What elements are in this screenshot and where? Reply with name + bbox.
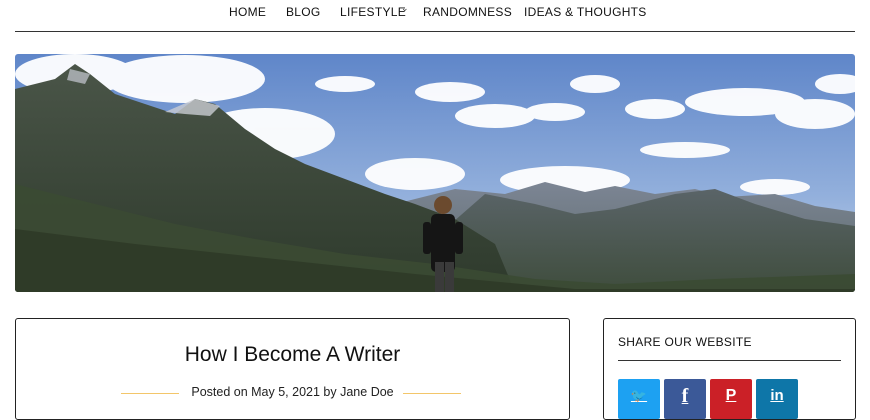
hero-image: [15, 54, 855, 292]
share-widget-divider: [618, 360, 841, 361]
share-widget-title: SHARE OUR WEBSITE: [618, 335, 752, 349]
main-nav: HOME BLOG LIFESTYLE ⌄ RANDOMNESS IDEAS &…: [0, 0, 870, 26]
post-meta: Posted on May 5, 2021 by Jane Doe: [16, 385, 569, 399]
twitter-icon: 🐦: [630, 388, 648, 403]
nav-divider: [15, 31, 855, 32]
nav-item-home[interactable]: HOME: [229, 5, 266, 19]
share-widget: SHARE OUR WEBSITE 🐦 f P in: [603, 318, 856, 420]
nav-item-blog[interactable]: BLOG: [286, 5, 321, 19]
pinterest-icon: P: [725, 387, 737, 404]
nav-item-lifestyle[interactable]: LIFESTYLE: [340, 5, 406, 19]
post-card: How I Become A Writer Posted on May 5, 2…: [15, 318, 570, 420]
pinterest-share-button[interactable]: P: [710, 379, 752, 419]
facebook-icon: f: [681, 385, 689, 407]
meta-by: by: [323, 385, 337, 399]
chevron-down-icon[interactable]: ⌄: [401, 3, 409, 14]
nav-item-randomness[interactable]: RANDOMNESS: [423, 5, 512, 19]
linkedin-share-button[interactable]: in: [756, 379, 798, 419]
meta-prefix: Posted on: [191, 385, 248, 399]
linkedin-icon: in: [770, 387, 784, 404]
post-title[interactable]: How I Become A Writer: [16, 343, 569, 367]
facebook-share-button[interactable]: f: [664, 379, 706, 419]
meta-decorative-line-right: [403, 393, 461, 394]
twitter-share-button[interactable]: 🐦: [618, 379, 660, 419]
mountain-landscape-photo: [15, 54, 855, 292]
nav-item-ideas-thoughts[interactable]: IDEAS & THOUGHTS: [524, 5, 647, 19]
post-author-link[interactable]: Jane Doe: [340, 385, 394, 399]
post-date-link[interactable]: May 5, 2021: [251, 385, 320, 399]
